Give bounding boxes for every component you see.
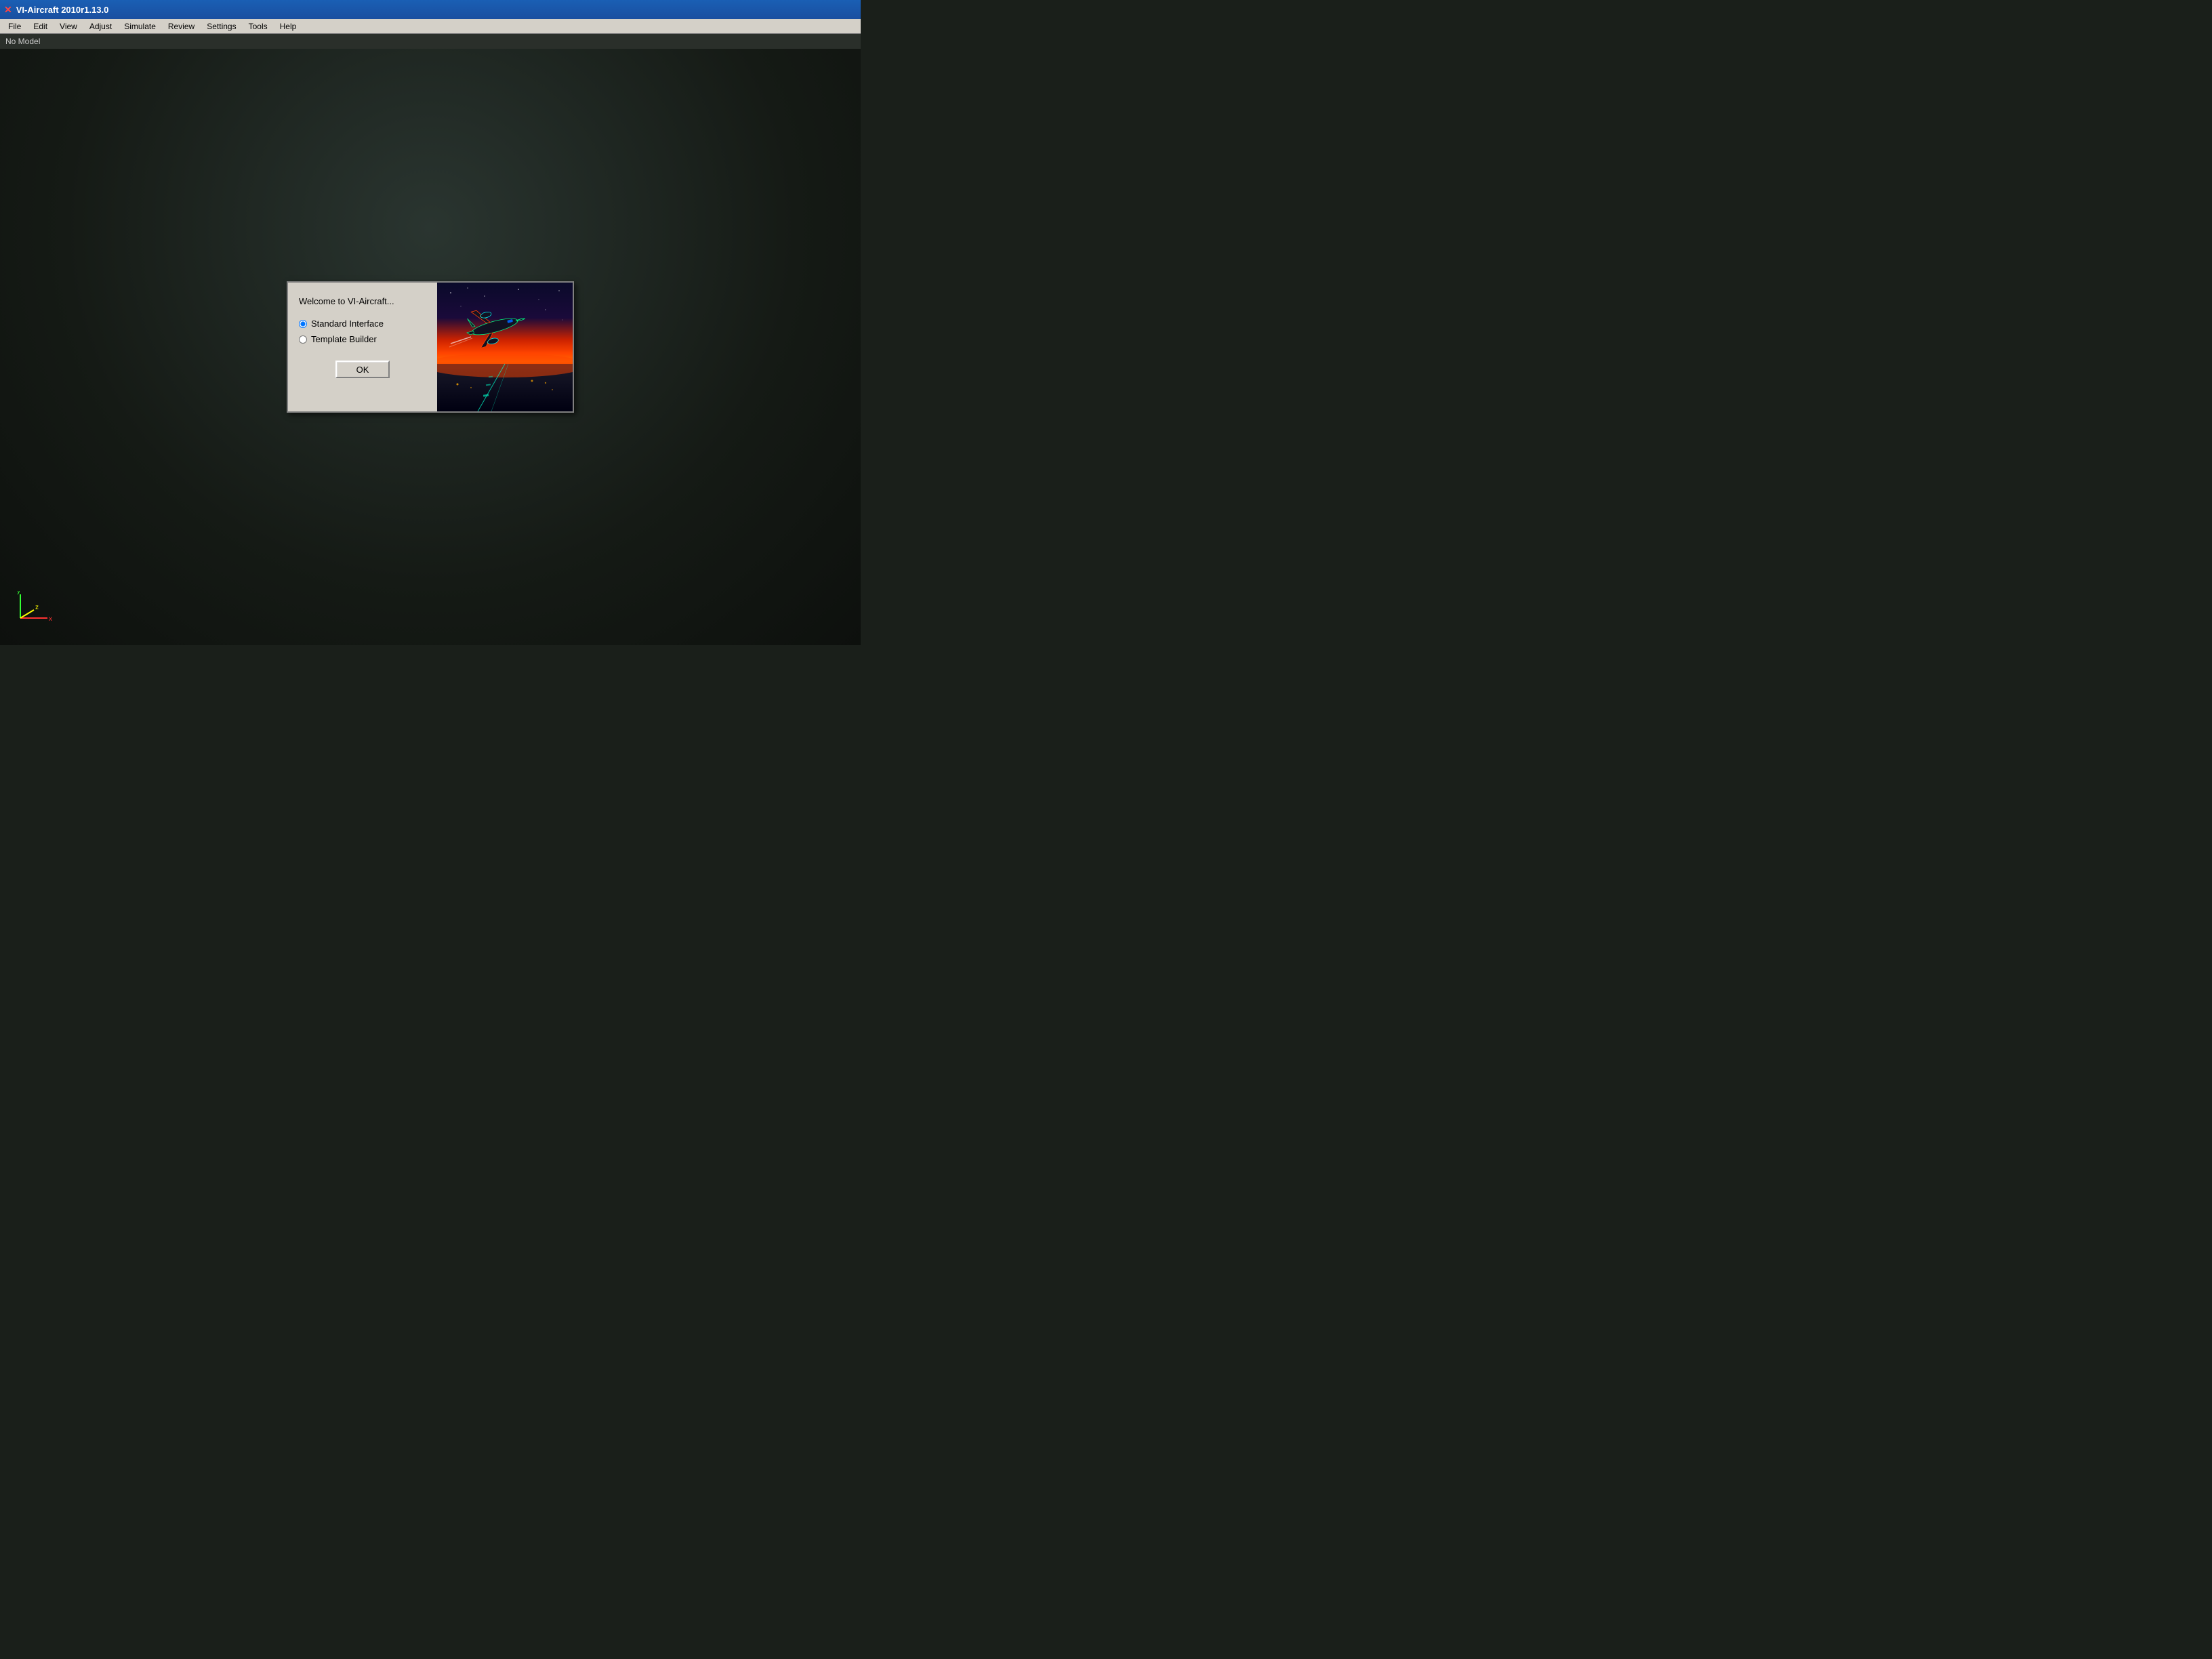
menu-adjust[interactable]: Adjust (84, 20, 117, 33)
axis-indicator: x y z (14, 591, 54, 625)
menu-bar: File Edit View Adjust Simulate Review Se… (0, 19, 861, 34)
radio-standard-input[interactable] (299, 320, 307, 328)
dialog-left-panel: Welcome to VI-Aircraft... Standard Inter… (288, 283, 437, 411)
menu-view[interactable]: View (54, 20, 83, 33)
welcome-text: Welcome to VI-Aircraft... (299, 296, 426, 306)
welcome-dialog: Welcome to VI-Aircraft... Standard Inter… (287, 281, 574, 413)
app-icon: ✕ (4, 4, 12, 16)
svg-text:z: z (35, 604, 39, 611)
radio-standard-label: Standard Interface (311, 319, 384, 329)
svg-text:x: x (49, 615, 52, 623)
menu-simulate[interactable]: Simulate (119, 20, 161, 33)
aircraft-image-panel (437, 283, 573, 411)
main-area: x y z Welcome to VI-Aircraft... Standard… (0, 49, 861, 645)
menu-help[interactable]: Help (274, 20, 302, 33)
radio-standard-interface[interactable]: Standard Interface (299, 319, 426, 329)
title-bar: ✕ VI-Aircraft 2010r1.13.0 (0, 0, 861, 19)
aircraft-scene (437, 283, 573, 411)
menu-settings[interactable]: Settings (201, 20, 241, 33)
menu-file[interactable]: File (3, 20, 26, 33)
radio-group: Standard Interface Template Builder (299, 319, 426, 344)
radio-template-builder[interactable]: Template Builder (299, 334, 426, 344)
menu-review[interactable]: Review (163, 20, 200, 33)
title-bar-text: VI-Aircraft 2010r1.13.0 (16, 5, 109, 15)
radio-template-label: Template Builder (311, 334, 377, 344)
radio-template-input[interactable] (299, 335, 307, 344)
menu-edit[interactable]: Edit (28, 20, 53, 33)
ok-button[interactable]: OK (335, 361, 390, 378)
menu-tools[interactable]: Tools (243, 20, 273, 33)
svg-text:y: y (17, 591, 20, 595)
status-bar: No Model (0, 34, 861, 49)
status-text: No Model (5, 37, 40, 46)
ok-button-container: OK (299, 361, 426, 378)
